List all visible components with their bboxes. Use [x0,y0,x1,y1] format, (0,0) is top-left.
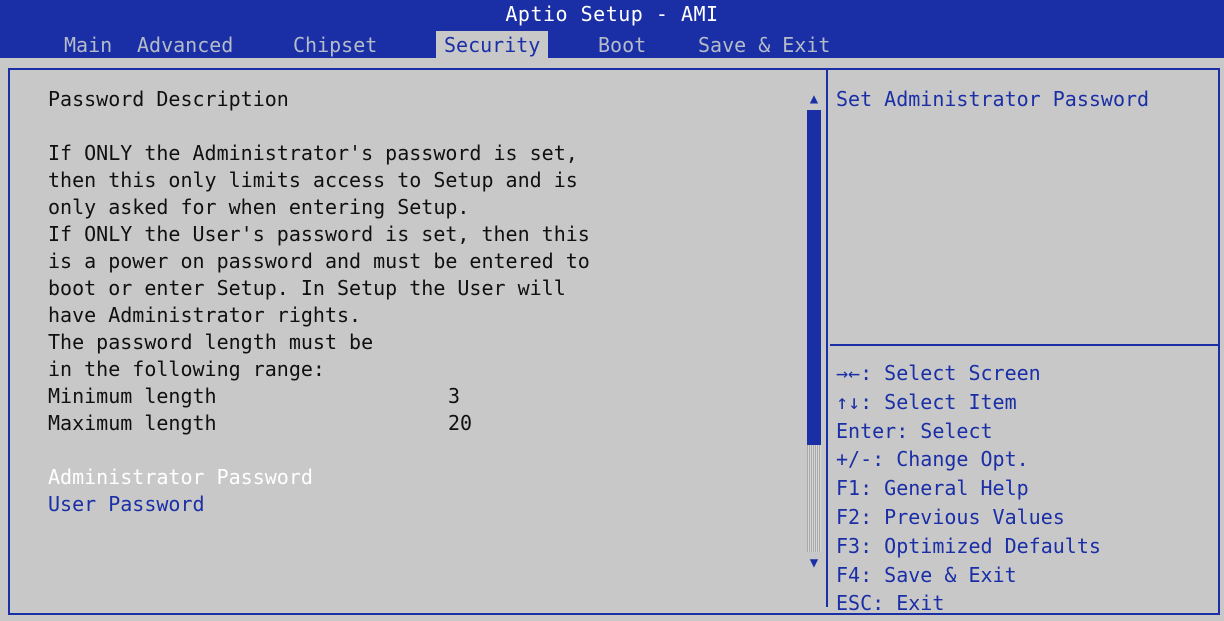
key-hint-exit: ESC: Exit [836,591,945,616]
description-line: in the following range: [48,357,325,381]
triangle-up-icon[interactable]: ▲ [806,92,822,106]
key-hint-enter: Enter: Select [836,418,993,443]
key-hint-optimized-defaults: F3: Optimized Defaults [836,533,1101,558]
description-line: then this only limits access to Setup an… [48,168,578,192]
key-hint-general-help: F1: General Help [836,476,1029,501]
description-line: If ONLY the Administrator's password is … [48,141,578,165]
title-bar: Aptio Setup - AMI Main Advanced Chipset … [0,0,1224,59]
key-hint-select-screen: →←: Select Screen [836,361,1041,385]
description-line: If ONLY the User's password is set, then… [48,222,590,246]
app-title: Aptio Setup - AMI [505,2,719,26]
description-line: is a power on password and must be enter… [48,249,590,273]
panel-divider [826,70,828,607]
min-length-value: 3 [448,384,461,408]
min-length-row: Minimum length 3 [48,383,808,410]
administrator-password-item[interactable]: Administrator Password [48,464,808,491]
help-text: Set Administrator Password [836,87,1150,111]
max-length-row: Maximum length 20 [48,410,808,437]
user-password-item[interactable]: User Password [48,491,808,518]
tab-boot[interactable]: Boot [590,31,654,59]
tab-save-exit[interactable]: Save & Exit [690,31,838,59]
scrollbar-thumb[interactable] [807,110,821,445]
max-length-value: 20 [448,411,473,435]
triangle-down-icon[interactable]: ▼ [806,556,822,570]
description-line: have Administrator rights. [48,303,362,327]
description-line: boot or enter Setup. In Setup the User w… [48,276,566,300]
key-hint-previous-values: F2: Previous Values [836,504,1065,529]
settings-panel: Password Description If ONLY the Adminis… [48,86,808,518]
key-hint-select-item: ↑↓: Select Item [836,389,1017,414]
max-length-label: Maximum length [48,411,217,435]
tab-chipset[interactable]: Chipset [285,31,385,59]
section-heading: Password Description [48,87,289,111]
tab-main[interactable]: Main [56,31,120,59]
key-hints: →←: Select Screen ↑↓: Select Item Enter:… [836,359,1216,618]
tab-security[interactable]: Security [436,31,549,59]
description-line: only asked for when entering Setup. [48,195,470,219]
min-length-label: Minimum length [48,384,217,408]
key-hint-change-opt: +/-: Change Opt. [836,447,1029,472]
help-divider [830,344,1220,346]
description-line: The password length must be [48,330,374,354]
tab-advanced[interactable]: Advanced [129,31,241,59]
key-hint-save-exit: F4: Save & Exit [836,562,1017,587]
